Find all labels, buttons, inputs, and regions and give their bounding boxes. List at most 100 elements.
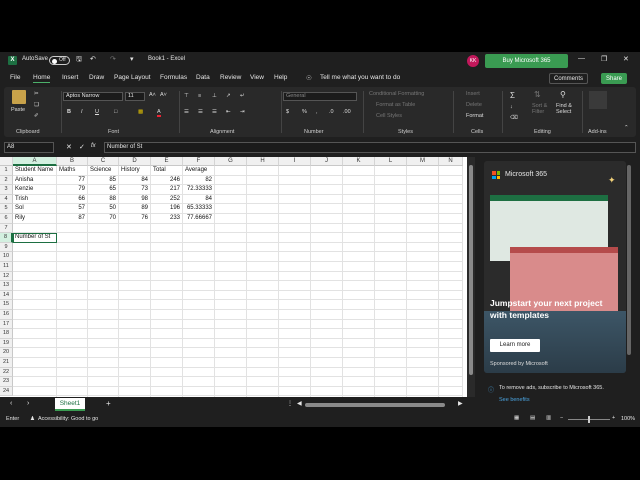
horizontal-scroll-thumb[interactable] [305, 403, 445, 407]
table-cell[interactable]: 84 [119, 176, 148, 186]
customize-qat-icon[interactable]: ▾ [130, 55, 134, 63]
autosave-toggle[interactable]: Off [49, 56, 70, 65]
table-cell[interactable]: 196 [151, 204, 180, 214]
normal-view-icon[interactable]: ▦ [514, 415, 519, 421]
conditional-formatting-button[interactable]: Conditional Formatting [369, 91, 424, 97]
table-cell[interactable]: History [121, 166, 140, 176]
table-cell[interactable]: 217 [151, 185, 180, 195]
column-header[interactable]: H [247, 157, 279, 166]
font-name-select[interactable]: Aptos Narrow [63, 92, 123, 101]
table-cell[interactable]: 77 [57, 176, 85, 186]
zoom-out-icon[interactable]: − [560, 415, 563, 421]
comma-icon[interactable]: , [316, 109, 318, 115]
row-header[interactable]: 11 [0, 262, 13, 272]
sort-filter-icon[interactable]: ⇅ [534, 90, 541, 99]
cell-styles-button[interactable]: Cell Styles [376, 113, 402, 119]
tell-me-search[interactable]: Tell me what you want to do [320, 74, 400, 81]
row-header[interactable]: 17 [0, 319, 13, 330]
row-header[interactable]: 23 [0, 377, 13, 387]
decrease-font-icon[interactable]: A˅ [160, 92, 167, 98]
table-cell[interactable]: 66 [57, 195, 85, 205]
comments-button[interactable]: Comments [549, 73, 589, 84]
clear-icon[interactable]: ⌫ [510, 115, 518, 121]
table-cell[interactable]: Total [153, 166, 166, 176]
column-header[interactable]: N [439, 157, 463, 166]
cut-icon[interactable]: ✂ [34, 91, 39, 97]
table-cell[interactable]: 72.33333 [183, 185, 212, 195]
table-cell[interactable]: 85 [88, 176, 116, 186]
sheet-tab-sheet1[interactable]: Sheet1 [55, 398, 85, 411]
fill-color-icon[interactable]: ▩ [138, 109, 143, 115]
row-header[interactable]: 9 [0, 242, 13, 253]
row-header[interactable]: 21 [0, 358, 13, 368]
column-header[interactable]: F [183, 157, 215, 166]
percent-icon[interactable]: % [302, 109, 307, 115]
vertical-scroll-thumb[interactable] [469, 165, 473, 375]
merge-center-icon[interactable]: ⇥ [240, 109, 245, 115]
column-header[interactable]: C [88, 157, 119, 166]
row-header[interactable]: 7 [0, 223, 13, 234]
row-header[interactable]: 2 [0, 175, 13, 186]
table-cell[interactable]: 233 [151, 214, 180, 224]
row-header[interactable]: 18 [0, 329, 13, 339]
tab-file[interactable]: File [10, 74, 20, 81]
table-cell[interactable]: 79 [57, 185, 85, 195]
next-sheet-icon[interactable]: › [27, 400, 29, 407]
wrap-text-icon[interactable]: ↵ [240, 93, 245, 99]
zoom-in-icon[interactable]: + [612, 415, 615, 421]
row-header[interactable]: 8 [0, 233, 13, 243]
column-header[interactable]: D [119, 157, 151, 166]
table-cell[interactable]: 65.33333 [183, 204, 212, 214]
align-left-icon[interactable]: ☰ [184, 109, 189, 115]
table-cell[interactable]: Trish [15, 195, 28, 205]
addins-icon[interactable] [589, 91, 607, 109]
spreadsheet-grid[interactable]: A B C D E F G H I J K L M N 1 2 3 4 5 6 7 8 9 10 11 12 13 14 15 16 17 1… [0, 157, 467, 397]
add-sheet-icon[interactable]: + [106, 399, 111, 408]
tab-data[interactable]: Data [196, 74, 210, 81]
row-header[interactable]: 19 [0, 338, 13, 349]
tab-help[interactable]: Help [274, 74, 287, 81]
align-center-icon[interactable]: ☰ [198, 109, 203, 115]
orientation-icon[interactable]: ↗ [226, 93, 231, 99]
number-format-select[interactable]: General [283, 92, 357, 101]
zoom-level[interactable]: 100% [621, 416, 635, 422]
row-header[interactable]: 10 [0, 252, 13, 262]
borders-icon[interactable]: □ [114, 109, 117, 115]
format-as-table-button[interactable]: Format as Table [376, 102, 415, 108]
tab-formulas[interactable]: Formulas [160, 74, 187, 81]
zoom-slider-thumb[interactable] [588, 416, 590, 423]
redo-icon[interactable]: ↷ [110, 55, 116, 63]
row-header[interactable]: 6 [0, 214, 13, 224]
autosum-icon[interactable]: Σ [510, 91, 515, 100]
scroll-right-icon[interactable]: ▶ [458, 400, 463, 407]
table-cell[interactable]: 98 [119, 195, 148, 205]
bold-icon[interactable]: B [67, 109, 71, 115]
table-cell[interactable]: 246 [151, 176, 180, 186]
row-header[interactable]: 22 [0, 367, 13, 378]
ad-card[interactable]: Microsoft 365 ✦ Jumpstart your next proj… [484, 161, 626, 373]
select-all-corner[interactable] [0, 157, 13, 166]
underline-icon[interactable]: U [95, 109, 99, 115]
formula-input[interactable]: Number of St [104, 142, 636, 153]
table-cell[interactable]: 70 [88, 214, 116, 224]
prev-sheet-icon[interactable]: ‹ [10, 400, 12, 407]
column-header[interactable]: K [343, 157, 375, 166]
table-cell[interactable]: Sol [15, 204, 24, 214]
table-cell[interactable]: 82 [183, 176, 212, 186]
font-color-icon[interactable]: A [157, 109, 161, 117]
table-cell[interactable]: 76 [119, 214, 148, 224]
minimize-icon[interactable]: — [578, 55, 585, 62]
copy-icon[interactable]: ❏ [34, 102, 39, 108]
table-cell[interactable]: Anisha [15, 176, 33, 186]
table-cell[interactable]: Maths [59, 166, 75, 176]
row-header[interactable]: 12 [0, 271, 13, 282]
decrease-indent-icon[interactable]: ⇤ [226, 109, 231, 115]
vertical-scrollbar[interactable] [467, 157, 475, 397]
page-layout-view-icon[interactable]: ▤ [530, 415, 535, 421]
table-cell[interactable]: 252 [151, 195, 180, 205]
row-header[interactable]: 14 [0, 290, 13, 301]
column-header[interactable]: A [13, 157, 57, 166]
tab-home[interactable]: Home [33, 74, 51, 83]
tab-review[interactable]: Review [220, 74, 241, 81]
delete-cells-button[interactable]: Delete [466, 102, 482, 108]
